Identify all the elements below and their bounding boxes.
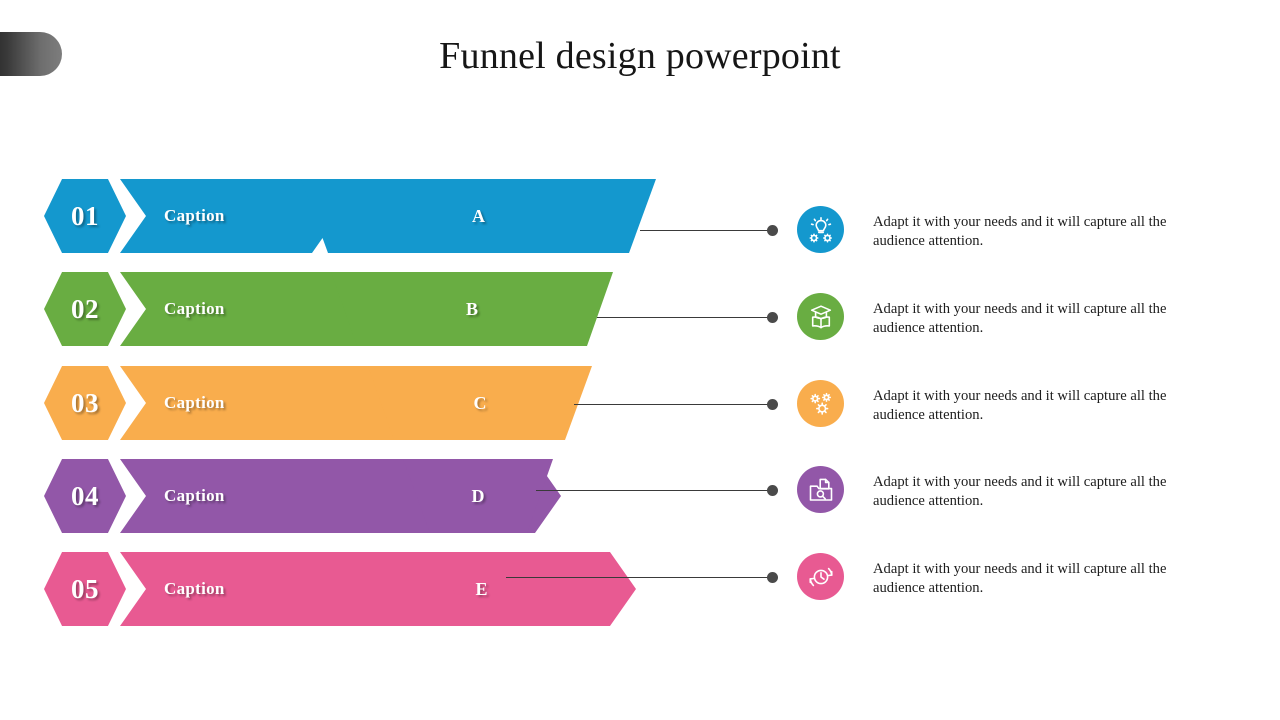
connector-dot [767, 485, 778, 496]
funnel-segment-label: C [473, 392, 487, 413]
caption-label: Caption [164, 579, 225, 598]
detail-description: Adapt it with your needs and it will cap… [873, 474, 1167, 510]
caption-label: Caption [164, 393, 225, 412]
step-number-text: 03 [71, 387, 99, 418]
slide-canvas: Funnel design powerpoint 01 Caption A Adap… [0, 0, 1280, 720]
connector-dot [767, 399, 778, 410]
step-number-badge[interactable]: 01 [44, 179, 126, 253]
funnel-segment[interactable]: C [368, 366, 592, 440]
funnel-segment[interactable]: A [301, 179, 656, 253]
detail-item: Adapt it with your needs and it will cap… [797, 206, 1213, 253]
connector-line [574, 404, 772, 406]
detail-item: Adapt it with your needs and it will cap… [797, 466, 1213, 513]
connector-dot [767, 225, 778, 236]
funnel-diagram: 01 Caption A Adapt it with your needs and … [0, 0, 1280, 720]
clock-history-icon [808, 567, 833, 586]
connector-line [536, 490, 772, 492]
step-number-badge[interactable]: 05 [44, 552, 126, 626]
idea-bulb-gears-icon[interactable] [797, 206, 844, 253]
caption-label: Caption [164, 206, 225, 225]
detail-item: Adapt it with your needs and it will cap… [797, 553, 1213, 600]
step-number-text: 05 [71, 573, 99, 604]
step-number-badge[interactable]: 04 [44, 459, 126, 533]
step-number-text: 02 [71, 293, 99, 324]
caption-label: Caption [164, 299, 225, 318]
gears-settings-icon[interactable] [797, 380, 844, 427]
detail-description: Adapt it with your needs and it will cap… [873, 561, 1167, 597]
connector-line [506, 577, 772, 579]
step-number-badge[interactable]: 02 [44, 272, 126, 346]
step-number-text: 04 [71, 480, 99, 511]
step-number-text: 01 [71, 200, 99, 231]
connector-dot [767, 572, 778, 583]
funnel-segment-label: A [472, 205, 485, 226]
detail-description: Adapt it with your needs and it will cap… [873, 214, 1167, 250]
folder-search-icon [809, 478, 832, 501]
detail-item: Adapt it with your needs and it will cap… [797, 293, 1213, 340]
caption-label: Caption [164, 486, 225, 505]
funnel-segment-label: E [475, 578, 488, 599]
connector-dot [767, 312, 778, 323]
step-number-badge[interactable]: 03 [44, 366, 126, 440]
funnel-segment-label: D [471, 485, 485, 506]
funnel-segment[interactable]: B [331, 272, 613, 346]
folder-search-icon[interactable] [797, 466, 844, 513]
funnel-segment-label: B [465, 298, 478, 319]
clock-history-icon[interactable] [797, 553, 844, 600]
connector-line [640, 230, 772, 232]
detail-description: Adapt it with your needs and it will cap… [873, 301, 1167, 337]
gears-settings-icon [809, 392, 831, 415]
idea-bulb-gears-icon [809, 216, 832, 242]
graduation-book-icon[interactable] [797, 293, 844, 340]
graduation-book-icon [810, 304, 831, 328]
caption-bar[interactable]: Caption [120, 552, 636, 626]
detail-description: Adapt it with your needs and it will cap… [873, 388, 1167, 424]
connector-line [597, 317, 772, 319]
detail-item: Adapt it with your needs and it will cap… [797, 380, 1213, 427]
